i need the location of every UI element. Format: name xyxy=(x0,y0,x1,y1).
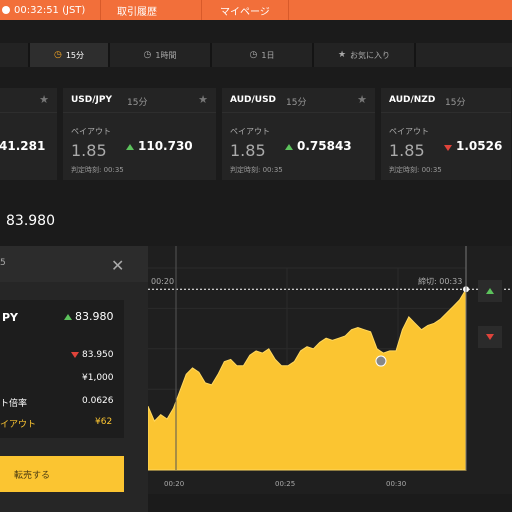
nav-trade-history[interactable]: 取引履歴 xyxy=(101,3,201,18)
up-arrow-icon xyxy=(126,144,134,150)
top-bar: 00:32:51 (JST) 取引履歴 マイページ xyxy=(0,0,512,20)
card-payout-label: ペイアウト xyxy=(71,127,111,136)
card-rate: 41.281 xyxy=(0,139,46,153)
card-pair: USD/JPY xyxy=(71,95,113,105)
chart-start-label: 00:20 xyxy=(151,277,174,286)
panel-header: 5 ✕ xyxy=(0,246,148,282)
card-judge-time: 判定時刻: 00:35 xyxy=(389,166,442,174)
card-payout-label: ペイアウト xyxy=(389,127,429,136)
x-tick-label: 00:25 xyxy=(275,480,295,488)
tab-1day[interactable]: ◷ 1日 xyxy=(212,43,312,67)
low-button[interactable] xyxy=(478,326,502,348)
chart-deadline-label: 締切: 00:33 xyxy=(418,276,462,286)
card-pair: AUD/USD xyxy=(230,95,277,105)
up-arrow-icon xyxy=(486,288,494,294)
divider xyxy=(0,112,57,113)
card-judge-time: 判定時刻: 00:35 xyxy=(71,166,124,174)
chart-svg: 00:20 締切: 00:33 00:20 00:25 00:30 xyxy=(147,246,512,488)
divider xyxy=(287,0,289,20)
tab-15min[interactable]: ◷ 15分 xyxy=(30,43,108,67)
x-tick-label: 00:20 xyxy=(164,480,184,488)
currency-card-audusd[interactable]: AUD/USD 15分 ★ ペイアウト 1.85 0.75843 判定時刻: 0… xyxy=(222,88,375,180)
card-payout: 1.85 xyxy=(230,141,266,160)
tab-1hour[interactable]: ◷ 1時間 xyxy=(110,43,210,67)
payout-value: ¥62 xyxy=(95,417,113,427)
up-arrow-icon xyxy=(285,144,293,150)
tab-label: 1日 xyxy=(261,50,275,60)
card-payout: 1.85 xyxy=(71,141,107,160)
nav-my-page[interactable]: マイページ xyxy=(202,3,288,18)
up-arrow-icon xyxy=(64,314,72,320)
currency-card-audnzd[interactable]: AUD/NZD 15分 ペイアウト 1.85 1.0526 判定時刻: 00:3… xyxy=(381,88,511,180)
entry-rate: 83.950 xyxy=(82,350,114,360)
clock-icon: ◷ xyxy=(143,50,152,60)
down-arrow-icon xyxy=(71,352,79,358)
multiplier-label: ト倍率 xyxy=(0,399,28,409)
card-payout: 1.85 xyxy=(389,141,425,160)
clock-icon xyxy=(2,6,10,14)
card-judge-time: 判定時刻: 00:35 xyxy=(230,166,283,174)
tab-label: 15分 xyxy=(65,50,85,60)
sell-button[interactable]: 転売する xyxy=(0,456,124,492)
high-button[interactable] xyxy=(478,280,502,302)
card-rate: 1.0526 xyxy=(456,139,503,153)
clock: 00:32:51 (JST) xyxy=(0,5,100,16)
card-timeframe: 15分 xyxy=(445,98,466,108)
card-payout-label: ペイアウト xyxy=(230,127,270,136)
divider xyxy=(63,112,216,113)
timeframe-tabs: ◷ 15分 ◷ 1時間 ◷ 1日 ★ お気に入り xyxy=(0,43,512,67)
price-chart: 00:20 締切: 00:33 00:20 00:25 00:30 xyxy=(147,246,512,494)
star-icon[interactable]: ★ xyxy=(39,93,49,106)
panel-title: 5 xyxy=(0,258,6,268)
purchase-amount: ¥1,000 xyxy=(82,373,114,383)
card-timeframe: 15分 xyxy=(286,98,307,108)
multiplier-value: 0.0626 xyxy=(82,396,114,406)
payout-label: イアウト xyxy=(0,420,37,430)
position-panel: 5 ✕ PY 83.980 83.950 ¥1,000 ト倍率 0.0626 イ… xyxy=(0,246,148,512)
divider xyxy=(381,112,511,113)
star-icon[interactable]: ★ xyxy=(198,93,208,106)
position-symbol: PY xyxy=(2,311,19,324)
card-rate: 110.730 xyxy=(138,139,193,153)
position-symbol-rate: 83.980 xyxy=(75,310,114,323)
tab-label: お気に入り xyxy=(350,50,391,60)
star-icon[interactable]: ★ xyxy=(357,93,367,106)
card-pair: AUD/NZD xyxy=(389,95,436,105)
tab-label: 1時間 xyxy=(155,50,177,60)
card-rate: 0.75843 xyxy=(297,139,352,153)
currency-card-usdjpy[interactable]: USD/JPY 15分 ★ ペイアウト 1.85 110.730 判定時刻: 0… xyxy=(63,88,216,180)
price-area xyxy=(147,287,467,471)
clock-icon: ◷ xyxy=(249,50,258,60)
entry-marker xyxy=(375,355,387,367)
currency-card[interactable]: ★ 41.281 xyxy=(0,88,57,180)
current-price: 83.980 xyxy=(6,213,55,229)
clock-text: 00:32:51 (JST) xyxy=(14,4,86,16)
divider xyxy=(222,112,375,113)
star-icon: ★ xyxy=(337,50,347,60)
currency-cards: ★ 41.281 USD/JPY 15分 ★ ペイアウト 1.85 110.73… xyxy=(0,88,512,180)
card-timeframe: 15分 xyxy=(127,98,148,108)
clock-icon: ◷ xyxy=(53,50,62,60)
down-arrow-icon xyxy=(486,334,494,340)
close-icon[interactable]: ✕ xyxy=(111,256,124,275)
tab-previous[interactable] xyxy=(0,43,28,67)
tab-favorites[interactable]: ★ お気に入り xyxy=(314,43,414,67)
down-arrow-icon xyxy=(444,145,452,151)
x-tick-label: 00:30 xyxy=(386,480,406,488)
tab-empty xyxy=(416,43,512,67)
